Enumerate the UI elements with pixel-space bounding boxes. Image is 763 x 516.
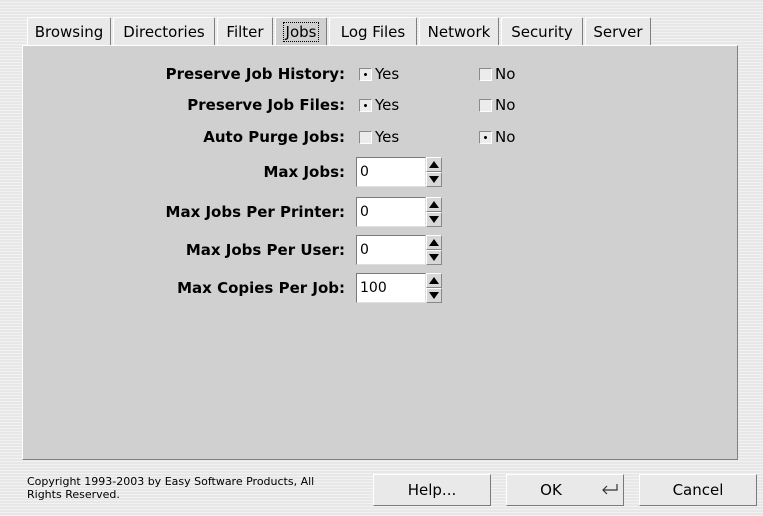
max-copies-per-job-input[interactable]: 100 (356, 273, 426, 303)
radio-label: Yes (375, 65, 400, 83)
ok-button[interactable]: OK (506, 474, 624, 506)
preserve-job-history-no-radio[interactable]: No (479, 65, 515, 83)
max-jobs-per-printer-label: Max Jobs Per Printer: (165, 203, 345, 221)
tab-log-files[interactable]: Log Files (329, 17, 417, 45)
auto-purge-jobs-label: Auto Purge Jobs: (203, 128, 345, 146)
tab-server[interactable]: Server (585, 17, 651, 45)
tab-label: Security (511, 23, 573, 41)
arrow-down-icon (429, 176, 439, 183)
help-button-label: Help... (407, 481, 457, 499)
max-copies-per-job-label: Max Copies Per Job: (177, 279, 345, 297)
arrow-up-icon (429, 239, 439, 246)
max-jobs-per-user-input[interactable]: 0 (356, 235, 426, 265)
arrow-down-icon (429, 292, 439, 299)
tab-security[interactable]: Security (501, 17, 583, 45)
tab-filter[interactable]: Filter (217, 17, 273, 45)
tab-label: Server (593, 23, 643, 41)
arrow-down-icon (429, 216, 439, 223)
arrow-up-icon (429, 201, 439, 208)
tab-label: Filter (226, 23, 264, 41)
spin-down-button[interactable] (426, 212, 442, 227)
max-jobs-label: Max Jobs: (263, 163, 346, 181)
tab-jobs[interactable]: Jobs (275, 17, 327, 47)
arrow-up-icon (429, 277, 439, 284)
radio-label: No (495, 65, 516, 83)
radio-box[interactable] (479, 130, 492, 144)
radio-label: No (495, 128, 516, 146)
tab-label: Log Files (340, 23, 406, 41)
radio-label: No (495, 96, 516, 114)
arrow-down-icon (429, 254, 439, 261)
auto-purge-jobs-no-radio[interactable]: No (479, 128, 515, 146)
tab-directories[interactable]: Directories (113, 17, 215, 45)
help-button[interactable]: Help... (373, 474, 491, 506)
tab-label: Directories (123, 23, 205, 41)
radio-box[interactable] (359, 130, 372, 144)
preserve-job-files-no-radio[interactable]: No (479, 96, 515, 114)
radio-box[interactable] (359, 98, 372, 112)
max-jobs-per-user-label: Max Jobs Per User: (185, 241, 345, 259)
jobs-panel: Preserve Job History: Yes No Preserve Jo… (22, 45, 738, 460)
tab-browsing[interactable]: Browsing (27, 17, 111, 45)
max-jobs-per-printer-input[interactable]: 0 (356, 197, 426, 227)
radio-label: Yes (375, 96, 400, 114)
spin-down-button[interactable] (426, 288, 442, 303)
spin-up-button[interactable] (426, 273, 442, 288)
radio-label: Yes (375, 128, 400, 146)
tab-label: Browsing (34, 23, 104, 41)
radio-box[interactable] (479, 98, 492, 112)
spin-up-button[interactable] (426, 157, 442, 172)
max-jobs-spinner (426, 157, 442, 187)
radio-box[interactable] (359, 67, 372, 81)
max-copies-per-job-spinner (426, 273, 442, 303)
cancel-button-label: Cancel (672, 481, 724, 499)
tab-label: Network (427, 23, 491, 41)
preserve-job-files-label: Preserve Job Files: (187, 96, 345, 114)
max-jobs-per-user-spinner (426, 235, 442, 265)
ok-button-label: OK (540, 481, 562, 499)
spin-down-button[interactable] (426, 250, 442, 265)
copyright-text: Copyright 1993-2003 by Easy Software Pro… (27, 475, 315, 501)
arrow-up-icon (429, 161, 439, 168)
preserve-job-history-yes-radio[interactable]: Yes (359, 65, 399, 83)
spin-up-button[interactable] (426, 235, 442, 250)
radio-box[interactable] (479, 67, 492, 81)
preserve-job-files-yes-radio[interactable]: Yes (359, 96, 399, 114)
cancel-button[interactable]: Cancel (639, 474, 757, 506)
spin-down-button[interactable] (426, 172, 442, 187)
spin-up-button[interactable] (426, 197, 442, 212)
preserve-job-history-label: Preserve Job History: (165, 65, 345, 83)
max-jobs-input[interactable]: 0 (356, 157, 426, 187)
return-key-icon (602, 484, 618, 495)
tab-network[interactable]: Network (419, 17, 499, 45)
auto-purge-jobs-yes-radio[interactable]: Yes (359, 128, 399, 146)
tab-label: Jobs (282, 22, 320, 42)
max-jobs-per-printer-spinner (426, 197, 442, 227)
